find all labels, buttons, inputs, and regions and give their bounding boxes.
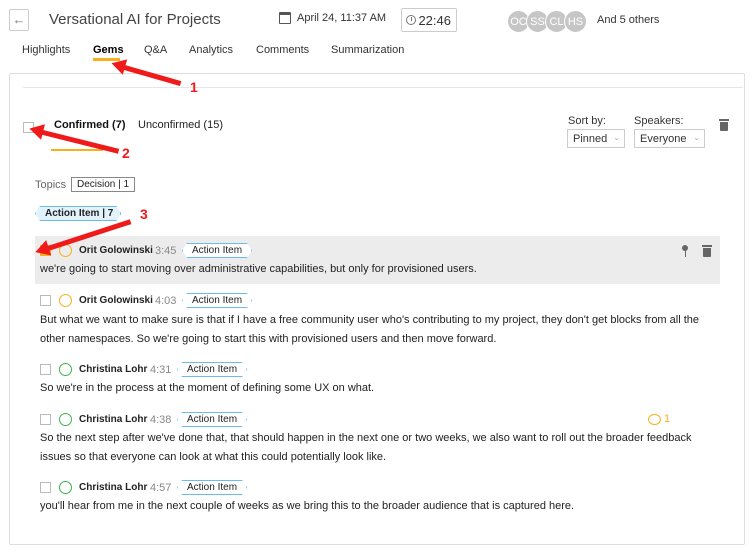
annotation-label: 2 <box>122 145 130 161</box>
speaker-status-icon <box>59 363 72 376</box>
others-count[interactable]: And 5 others <box>597 14 659 26</box>
back-arrow-icon[interactable]: ← <box>9 9 29 31</box>
speakers-label: Speakers: <box>634 115 684 127</box>
duration-text: 22:46 <box>418 12 451 28</box>
gem-text: But what we want to make sure is that if… <box>40 314 700 345</box>
comment-count[interactable]: 1 <box>664 413 670 425</box>
action-item-tag[interactable]: Action Item <box>177 412 247 427</box>
duration-display: 22:46 <box>401 8 457 32</box>
timestamp[interactable]: 4:57 <box>150 482 171 494</box>
gem-text: you'll hear from me in the next couple o… <box>40 500 575 512</box>
action-item-tag[interactable]: Action Item <box>182 243 252 258</box>
speaker-name[interactable]: Christina Lohr <box>79 482 147 493</box>
comment-icon[interactable] <box>648 414 661 425</box>
tab-analytics[interactable]: Analytics <box>189 44 233 56</box>
sort-label: Sort by: <box>568 115 606 127</box>
confirmed-underline <box>51 149 103 151</box>
action-item-tag[interactable]: Action Item <box>177 480 247 495</box>
divider <box>23 87 743 88</box>
gem-checkbox[interactable] <box>40 414 51 425</box>
avatar[interactable]: HS <box>564 10 587 33</box>
calendar-icon <box>279 12 291 24</box>
speaker-name[interactable]: Christina Lohr <box>79 414 147 425</box>
chevron-down-icon: ⌄ <box>613 133 620 142</box>
speaker-name[interactable]: Orit Golowinski <box>79 245 153 256</box>
topic-chip-decision[interactable]: Decision | 1 <box>71 177 136 192</box>
speaker-status-icon <box>59 294 72 307</box>
tab-confirmed[interactable]: Confirmed (7) <box>54 119 126 131</box>
clock-icon <box>406 15 416 25</box>
sort-value: Pinned <box>573 133 608 145</box>
pin-icon[interactable] <box>682 245 688 257</box>
meeting-date: April 24, 11:37 AM <box>279 12 386 24</box>
chevron-down-icon: ⌄ <box>693 133 700 142</box>
gem-text: So we're in the process at the moment of… <box>40 382 375 394</box>
page-title: Versational AI for Projects <box>49 11 221 28</box>
tab-qa[interactable]: Q&A <box>144 44 167 56</box>
tab-summarization[interactable]: Summarization <box>331 44 404 56</box>
gem-checkbox[interactable] <box>40 364 51 375</box>
speakers-select[interactable]: Everyone ⌄ <box>634 129 705 148</box>
annotation-label: 1 <box>190 79 198 95</box>
gem-checkbox[interactable] <box>40 295 51 306</box>
timestamp[interactable]: 4:03 <box>155 295 176 307</box>
action-item-tag[interactable]: Action Item <box>177 362 247 377</box>
delete-icon[interactable] <box>702 245 712 257</box>
speaker-name[interactable]: Christina Lohr <box>79 364 147 375</box>
tab-comments[interactable]: Comments <box>256 44 309 56</box>
speaker-status-icon <box>59 481 72 494</box>
timestamp[interactable]: 4:31 <box>150 364 171 376</box>
timestamp[interactable]: 3:45 <box>155 245 176 257</box>
tab-gems[interactable]: Gems <box>93 44 124 56</box>
sort-select[interactable]: Pinned ⌄ <box>567 129 625 148</box>
timestamp[interactable]: 4:38 <box>150 414 171 426</box>
delete-all-icon[interactable] <box>719 119 729 131</box>
gem-checkbox[interactable] <box>40 482 51 493</box>
annotation-label: 3 <box>140 206 148 222</box>
tab-unconfirmed[interactable]: Unconfirmed (15) <box>138 119 223 131</box>
gem-text: we're going to start moving over adminis… <box>40 263 477 275</box>
gem-text: So the next step after we've done that, … <box>40 432 692 463</box>
date-text: April 24, 11:37 AM <box>297 12 387 24</box>
topics-label: Topics <box>35 179 67 191</box>
speakers-value: Everyone <box>640 133 687 145</box>
tab-highlights[interactable]: Highlights <box>22 44 70 56</box>
topic-tag-action-item[interactable]: Action Item | 7 <box>35 206 121 221</box>
header: ← Versational AI for Projects April 24, … <box>0 0 753 40</box>
speaker-status-icon <box>59 413 72 426</box>
action-item-tag[interactable]: Action Item <box>182 293 252 308</box>
speaker-name[interactable]: Orit Golowinski <box>79 295 153 306</box>
participant-avatars[interactable]: OC SS CL HS <box>507 10 587 33</box>
